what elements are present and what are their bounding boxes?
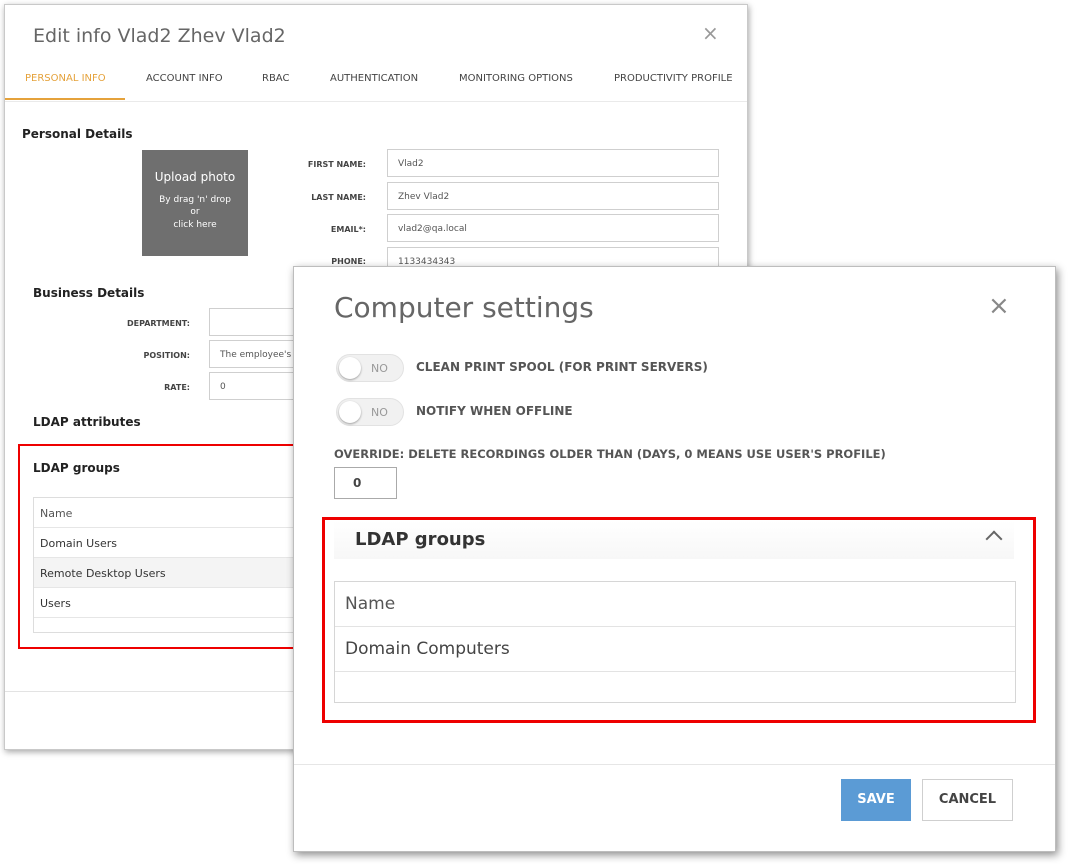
upload-hint-drag: By drag 'n' drop <box>159 195 231 205</box>
last-name-label: LAST NAME: <box>311 193 366 202</box>
upload-photo-hint: By drag 'n' drop or click here <box>142 192 248 233</box>
table-header-name[interactable]: Name <box>335 582 1015 627</box>
edit-info-tabs: PERSONAL INFO ACCOUNT INFO RBAC AUTHENTI… <box>5 73 747 101</box>
tab-rbac[interactable]: RBAC <box>262 73 289 84</box>
email-field[interactable]: vlad2@qa.local <box>387 214 719 242</box>
cancel-button[interactable]: CANCEL <box>922 779 1013 821</box>
notify-when-offline-toggle[interactable]: NO <box>336 398 404 426</box>
ldap-groups-header[interactable]: LDAP groups <box>19 457 299 485</box>
upload-photo-dropzone[interactable]: Upload photo By drag 'n' drop or click h… <box>142 150 248 256</box>
close-icon[interactable]: × <box>702 23 719 43</box>
footer-divider <box>294 764 1055 765</box>
tab-productivity-profile[interactable]: PRODUCTIVITY PROFILE <box>614 73 733 84</box>
active-tab-indicator <box>5 98 125 100</box>
clean-print-spool-label: CLEAN PRINT SPOOL (FOR PRINT SERVERS) <box>416 360 708 374</box>
edit-info-title: Edit info Vlad2 Zhev Vlad2 <box>33 25 286 47</box>
upload-hint-or: or <box>190 207 200 217</box>
tab-personal-info[interactable]: PERSONAL INFO <box>25 73 106 84</box>
computer-settings-title: Computer settings <box>334 291 594 324</box>
computer-settings-dialog: Computer settings × NO CLEAN PRINT SPOOL… <box>293 266 1056 852</box>
save-button[interactable]: SAVE <box>841 779 911 821</box>
chevron-up-icon[interactable] <box>985 530 1003 548</box>
ldap-groups-title: LDAP groups <box>355 529 486 550</box>
toggle-state: NO <box>371 406 388 419</box>
table-row[interactable]: Domain Computers <box>335 627 1015 672</box>
tabs-divider <box>5 101 747 102</box>
position-label: POSITION: <box>143 351 190 360</box>
ldap-groups-header[interactable]: LDAP groups <box>334 521 1014 559</box>
phone-label: PHONE: <box>331 257 366 266</box>
tab-monitoring-options[interactable]: MONITORING OPTIONS <box>459 73 573 84</box>
toggle-knob <box>339 357 361 379</box>
toggle-knob <box>339 401 361 423</box>
notify-when-offline-label: NOTIFY WHEN OFFLINE <box>416 404 573 418</box>
close-icon[interactable]: × <box>988 293 1010 319</box>
tab-authentication[interactable]: AUTHENTICATION <box>330 73 418 84</box>
first-name-field[interactable]: Vlad2 <box>387 149 719 177</box>
override-retention-input[interactable]: 0 <box>334 467 397 499</box>
clean-print-spool-toggle[interactable]: NO <box>336 354 404 382</box>
business-details-title: Business Details <box>33 286 145 300</box>
personal-details-title: Personal Details <box>22 127 133 141</box>
ldap-groups-table: Name Domain Users Remote Desktop Users U… <box>33 497 303 633</box>
ldap-groups-table: Name Domain Computers <box>334 581 1016 703</box>
first-name-label: FIRST NAME: <box>307 160 366 169</box>
department-label: DEPARTMENT: <box>126 319 190 328</box>
rate-label: RATE: <box>164 383 190 392</box>
table-header-name[interactable]: Name <box>34 498 302 528</box>
ldap-attributes-title[interactable]: LDAP attributes <box>33 415 141 429</box>
table-row[interactable]: Remote Desktop Users <box>34 558 302 588</box>
override-retention-label: OVERRIDE: DELETE RECORDINGS OLDER THAN (… <box>334 447 886 461</box>
upload-photo-title: Upload photo <box>154 170 236 184</box>
toggle-state: NO <box>371 362 388 375</box>
tab-account-info[interactable]: ACCOUNT INFO <box>146 73 223 84</box>
upload-hint-click[interactable]: click here <box>142 217 248 233</box>
last-name-field[interactable]: Zhev Vlad2 <box>387 182 719 210</box>
table-row[interactable]: Domain Users <box>34 528 302 558</box>
table-row[interactable]: Users <box>34 588 302 618</box>
ldap-groups-title: LDAP groups <box>33 461 120 475</box>
email-label: EMAIL*: <box>330 225 366 234</box>
